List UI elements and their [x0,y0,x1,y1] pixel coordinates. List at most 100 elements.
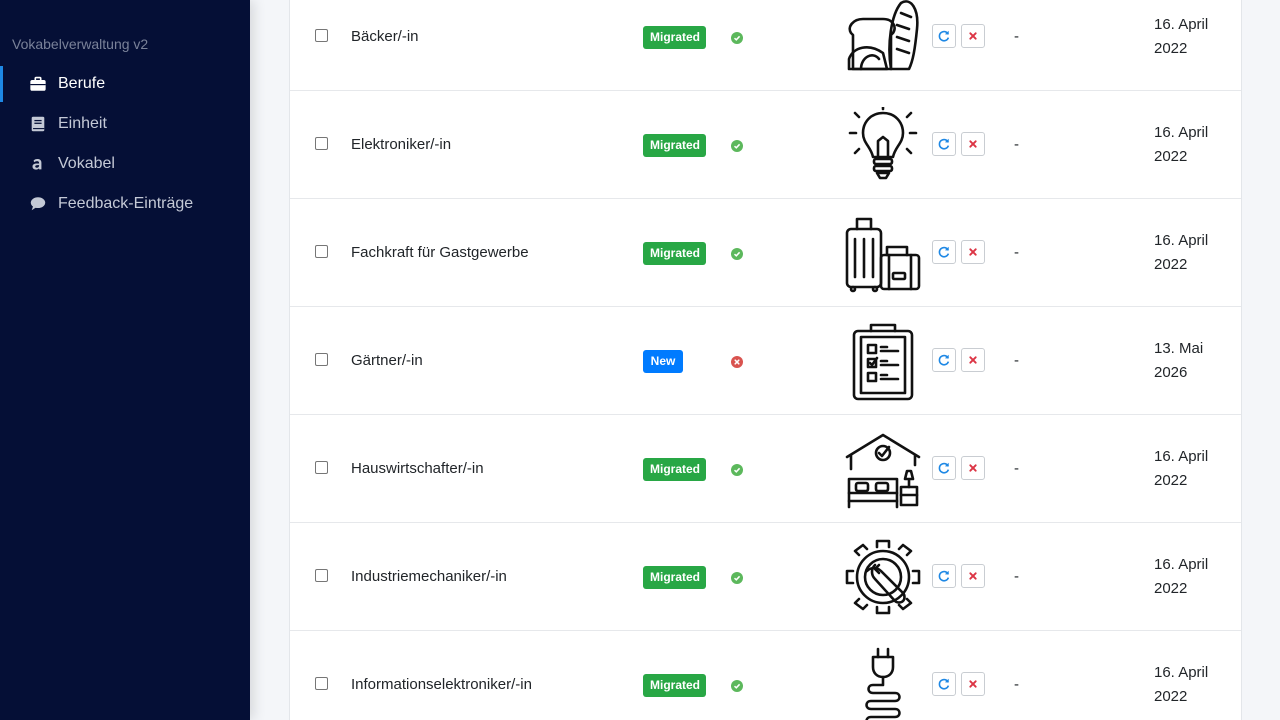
row-checkbox[interactable] [315,677,328,690]
row-date: 16. April 2022 [1154,121,1234,169]
check-circle-icon [731,464,743,476]
refresh-button[interactable] [932,672,956,696]
date-year: 2022 [1154,580,1188,597]
date-year: 2022 [1154,472,1188,489]
remove-button[interactable] [961,348,985,372]
date-day: 16. April [1154,448,1209,465]
status-badge: Migrated [643,674,706,697]
row-checkbox[interactable] [315,569,328,582]
sidebar-nav: Berufe Einheit Vokabel Feedback-Einträge [0,64,250,224]
row-date: 16. April 2022 [1154,661,1234,709]
row-date: 13. Mai 2026 [1154,337,1234,385]
table-row: Gärtner/-in New - 13. Mai 2026 [290,307,1241,415]
remove-button[interactable] [961,456,985,480]
book-icon [28,114,48,134]
row-extra: - [1014,244,1019,261]
refresh-button[interactable] [932,24,956,48]
date-day: 16. April [1154,232,1209,249]
row-date: 16. April 2022 [1154,229,1234,277]
close-icon [969,356,977,364]
row-checkbox[interactable] [315,137,328,150]
house-bed-icon [845,433,921,509]
refresh-icon [938,138,950,150]
refresh-button[interactable] [932,132,956,156]
power-plug-cable-icon [865,647,901,720]
sidebar-item-vokabel[interactable]: Vokabel [0,144,250,184]
table-row: Hauswirtschafter/-in Migrated - 16. Apri… [290,415,1241,523]
row-checkbox[interactable] [315,245,328,258]
check-circle-icon [731,248,743,260]
sidebar-item-berufe[interactable]: Berufe [0,64,250,104]
refresh-icon [938,678,950,690]
bread-icon [847,0,919,71]
row-date: 16. April 2022 [1154,553,1234,601]
lightbulb-icon [848,107,918,180]
row-name: Bäcker/-in [351,28,419,45]
date-year: 2022 [1154,688,1188,705]
refresh-icon [938,246,950,258]
check-circle-icon [731,32,743,44]
clipboard-checklist-icon [852,323,914,401]
sidebar: Vokabelverwaltung v2 Berufe Einheit Voka… [0,0,250,720]
sidebar-item-label: Einheit [58,115,107,132]
table-row: Fachkraft für Gastgewerbe Migrated - 16.… [290,199,1241,307]
gear-wrench-icon [845,539,921,615]
row-name: Elektroniker/-in [351,136,452,153]
row-checkbox[interactable] [315,353,328,366]
refresh-button[interactable] [932,564,956,588]
table-row: Elektroniker/-in Migrated - 16. April 20… [290,91,1241,199]
refresh-button[interactable] [932,348,956,372]
row-checkbox[interactable] [315,29,328,42]
date-day: 16. April [1154,124,1209,141]
refresh-icon [938,30,950,42]
row-checkbox[interactable] [315,461,328,474]
status-badge: Migrated [643,458,706,481]
sidebar-item-label: Vokabel [58,155,115,172]
refresh-button[interactable] [932,240,956,264]
remove-button[interactable] [961,24,985,48]
sidebar-item-label: Berufe [58,75,106,92]
close-icon [969,140,977,148]
date-day: 16. April [1154,556,1209,573]
refresh-icon [938,462,950,474]
close-icon [969,680,977,688]
close-icon [969,248,977,256]
table-row: Bäcker/-in Migrated - 16. April 2022 [290,0,1241,91]
remove-button[interactable] [961,672,985,696]
remove-button[interactable] [961,132,985,156]
table-row: Informationselektroniker/-in Migrated - … [290,631,1241,720]
close-icon [969,572,977,580]
remove-button[interactable] [961,564,985,588]
row-name: Gärtner/-in [351,352,423,369]
sidebar-item-label: Feedback-Einträge [58,195,194,212]
status-badge: New [643,350,683,373]
berufe-table: Bäcker/-in Migrated - 16. April 2022 Ele… [289,0,1242,720]
speech-bubble-icon [28,194,48,214]
row-name: Hauswirtschafter/-in [351,460,484,477]
date-day: 13. Mai [1154,340,1204,357]
date-year: 2022 [1154,148,1188,165]
row-extra: - [1014,352,1019,369]
refresh-icon [938,570,950,582]
sidebar-item-einheit[interactable]: Einheit [0,104,250,144]
row-extra: - [1014,568,1019,585]
status-badge: Migrated [643,26,706,49]
table-row: Industriemechaniker/-in Migrated - 16. A… [290,523,1241,631]
date-year: 2022 [1154,256,1188,273]
remove-button[interactable] [961,240,985,264]
check-circle-icon [731,140,743,152]
row-extra: - [1014,28,1019,45]
sidebar-item-feedback[interactable]: Feedback-Einträge [0,184,250,224]
date-year: 2026 [1154,364,1188,381]
row-name: Fachkraft für Gastgewerbe [351,244,529,261]
status-badge: Migrated [643,566,706,589]
refresh-icon [938,354,950,366]
luggage-icon [845,217,921,293]
refresh-button[interactable] [932,456,956,480]
app-title: Vokabelverwaltung v2 [12,36,149,52]
date-year: 2022 [1154,40,1188,57]
row-extra: - [1014,676,1019,693]
date-day: 16. April [1154,16,1209,33]
check-circle-icon [731,680,743,692]
error-circle-icon [731,356,743,368]
